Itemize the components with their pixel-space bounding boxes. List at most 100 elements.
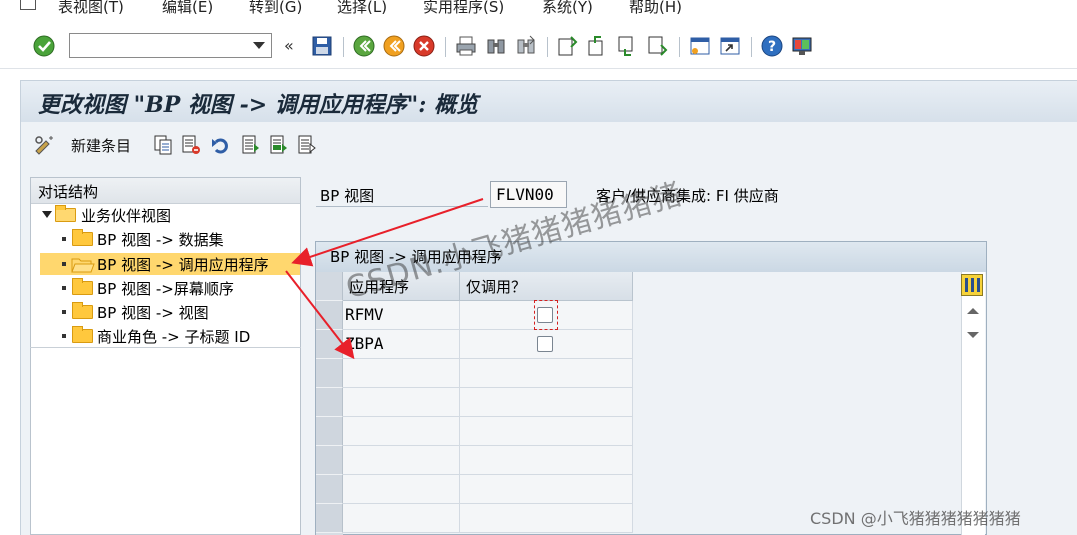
menu-select[interactable]: 选择(L) — [337, 0, 387, 17]
application-cell[interactable] — [343, 388, 460, 417]
command-field[interactable] — [69, 33, 272, 58]
tree-node-data-sets[interactable]: BP 视图 -> 数据集 — [60, 228, 300, 250]
folder-icon — [72, 326, 93, 343]
cancel-icon[interactable] — [413, 35, 435, 57]
application-cell[interactable] — [343, 446, 460, 475]
tree-node-label: BP 视图 -> 视图 — [97, 304, 209, 322]
only-call-checkbox[interactable] — [537, 336, 553, 352]
find-icon[interactable] — [485, 35, 507, 57]
credit-text: CSDN @小飞猪猪猪猪猪猪猪 — [810, 509, 1021, 528]
only-call-cell[interactable] — [460, 417, 633, 446]
bullet-icon — [62, 286, 66, 290]
tree-header: 对话结构 — [31, 178, 300, 204]
row-selector[interactable] — [316, 330, 343, 359]
application-cell[interactable] — [343, 475, 460, 504]
new-entries-button[interactable]: 新建条目 — [71, 135, 131, 156]
table-row — [343, 504, 633, 533]
tree-node-label: 业务伙伴视图 — [81, 207, 172, 225]
tree-node-root[interactable]: 业务伙伴视图 — [40, 204, 300, 226]
layout-icon[interactable] — [791, 35, 813, 57]
tree-node-label: BP 视图 -> 数据集 — [97, 231, 224, 249]
table-row — [343, 446, 633, 475]
row-selector[interactable] — [316, 417, 343, 446]
row-selector[interactable] — [316, 301, 343, 330]
column-header-only-call[interactable]: 仅调用？ — [460, 272, 633, 301]
bullet-icon — [62, 262, 66, 266]
expand-arrow-icon[interactable] — [42, 211, 52, 218]
menu-help[interactable]: 帮助(H) — [629, 0, 682, 17]
enter-check-icon[interactable] — [33, 35, 55, 57]
only-call-cell[interactable] — [460, 388, 633, 417]
last-page-icon[interactable] — [647, 35, 669, 57]
tree-node-views[interactable]: BP 视图 -> 视图 — [60, 301, 300, 323]
only-call-cell[interactable] — [460, 504, 633, 533]
create-session-icon[interactable] — [689, 35, 711, 57]
copy-as-icon[interactable] — [153, 134, 173, 156]
application-cell[interactable]: ZBPA — [343, 330, 460, 359]
row-selector[interactable] — [316, 446, 343, 475]
folder-open-icon — [71, 258, 95, 273]
first-page-icon[interactable] — [557, 35, 579, 57]
menu-utilities[interactable]: 实用程序(S) — [423, 0, 504, 17]
svg-text:?: ? — [768, 39, 776, 55]
bp-view-label: BP 视图 — [320, 187, 375, 205]
table-row: RFMV — [343, 301, 633, 330]
separator — [751, 37, 752, 57]
help-icon[interactable]: ? — [761, 35, 783, 57]
next-page-icon[interactable] — [617, 35, 639, 57]
separator — [343, 37, 344, 57]
separator — [445, 37, 446, 57]
display-change-icon[interactable] — [33, 134, 57, 156]
row-selector[interactable] — [316, 475, 343, 504]
folder-open-icon — [55, 205, 76, 222]
find-next-icon[interactable] — [515, 35, 537, 57]
back-icon[interactable] — [353, 35, 375, 57]
row-selector[interactable] — [316, 504, 343, 533]
row-selector[interactable] — [316, 388, 343, 417]
bullet-icon — [62, 237, 66, 241]
folder-icon — [72, 302, 93, 319]
shortcut-icon[interactable] — [719, 35, 741, 57]
scroll-down-icon[interactable] — [967, 332, 979, 338]
tree-node-screen-sequence[interactable]: BP 视图 ->屏幕顺序 — [60, 277, 300, 299]
table-row — [343, 388, 633, 417]
chevron-down-icon[interactable] — [253, 42, 265, 49]
select-all-cell[interactable] — [316, 272, 343, 301]
application-cell[interactable] — [343, 504, 460, 533]
save-icon[interactable] — [311, 35, 333, 57]
menu-goto[interactable]: 转到(G) — [249, 0, 302, 17]
only-call-cell[interactable] — [460, 475, 633, 504]
separator — [679, 37, 680, 57]
separator — [547, 37, 548, 57]
table-row — [343, 417, 633, 446]
application-cell[interactable] — [343, 417, 460, 446]
tree-node-label: BP 视图 ->屏幕顺序 — [97, 280, 234, 298]
tree-node-call-applications[interactable]: BP 视图 -> 调用应用程序 — [60, 253, 300, 275]
undo-change-icon[interactable] — [211, 134, 231, 156]
exit-icon[interactable] — [383, 35, 405, 57]
row-selector[interactable] — [316, 359, 343, 388]
menu-table-view[interactable]: 表视图(T) — [58, 0, 124, 17]
only-call-cell[interactable] — [460, 359, 633, 388]
table-view-icon[interactable] — [20, 0, 36, 10]
application-cell[interactable] — [343, 359, 460, 388]
menu-system[interactable]: 系统(Y) — [542, 0, 593, 17]
select-block-icon[interactable] — [269, 134, 289, 156]
previous-page-icon[interactable] — [587, 35, 609, 57]
column-configuration-icon[interactable] — [961, 274, 983, 296]
tree-node-business-role[interactable]: 商业角色 -> 子标题 ID — [60, 325, 300, 347]
only-call-cell[interactable] — [460, 446, 633, 475]
application-cell[interactable]: RFMV — [343, 301, 460, 330]
folder-icon — [72, 229, 93, 246]
scroll-up-icon[interactable] — [967, 308, 979, 314]
page-title: 更改视图 "BP 视图 -> 调用应用程序": 概览 — [38, 92, 479, 118]
select-all-icon[interactable] — [241, 134, 261, 156]
print-icon[interactable] — [455, 35, 477, 57]
table-row — [343, 475, 633, 504]
menu-bar: 表视图(T) 编辑(E) 转到(G) 选择(L) 实用程序(S) 系统(Y) 帮… — [0, 0, 1077, 18]
deselect-all-icon[interactable] — [297, 134, 317, 156]
collapse-icon[interactable]: « — [284, 36, 294, 55]
menu-edit[interactable]: 编辑(E) — [162, 0, 213, 17]
table-row — [343, 359, 633, 388]
delete-icon[interactable] — [181, 134, 201, 156]
